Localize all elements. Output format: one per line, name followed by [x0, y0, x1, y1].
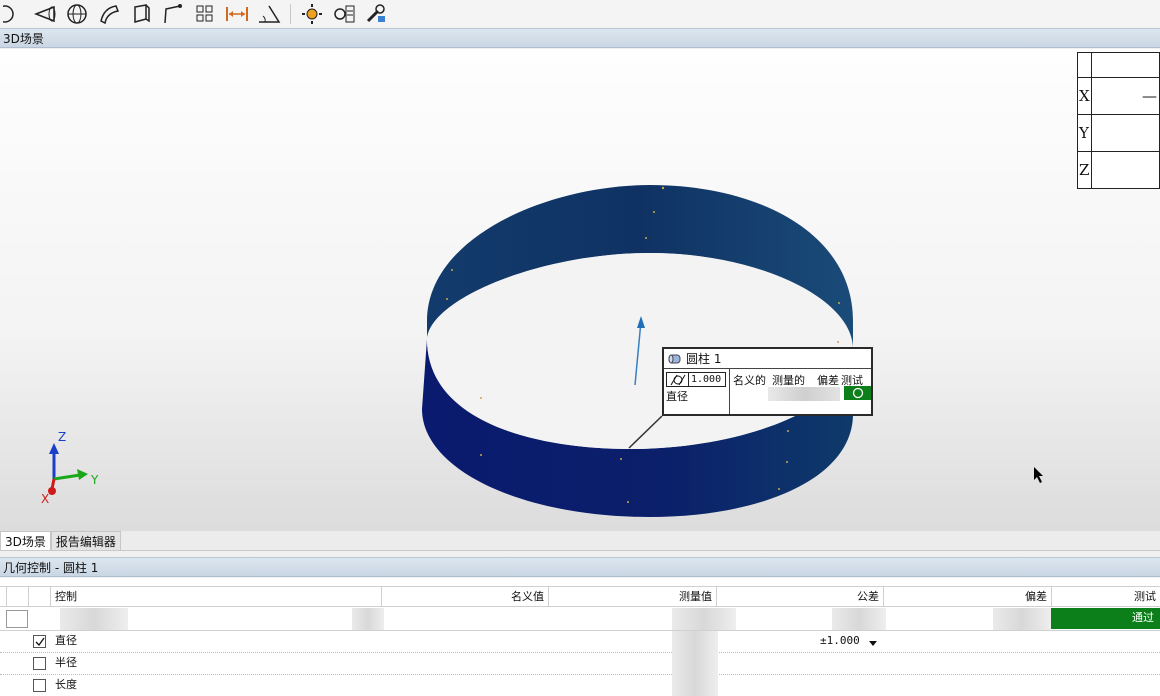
scene-canvas — [422, 185, 1043, 517]
scene-panel-title: 3D场景 — [3, 31, 44, 46]
redacted-tolerance — [832, 608, 886, 630]
callout-col-deviation: 偏差 — [817, 374, 839, 387]
chevron-down-icon[interactable] — [868, 639, 878, 647]
line-icon[interactable] — [160, 2, 186, 26]
app-window: 3D场景 X — Y Z 圆柱 1 1.000 直径 名义的 测量的 偏差 测试… — [0, 0, 1160, 696]
angle-icon[interactable] — [256, 2, 282, 26]
coordinate-readout-table: X — Y Z — [1077, 52, 1160, 189]
coord-value-z — [1090, 151, 1160, 189]
triad-y-label: Y — [90, 473, 99, 487]
callout-col-measured: 测量的 — [772, 374, 805, 387]
row-name-diameter: 直径 — [55, 634, 77, 647]
box-icon[interactable] — [128, 2, 154, 26]
coord-label-y: Y — [1077, 114, 1092, 152]
header-select — [6, 587, 28, 607]
diameter-checkbox[interactable] — [33, 635, 46, 648]
callout-tolerance: 1.000 — [691, 374, 722, 385]
table-row[interactable]: 直径 ±1.000 — [0, 631, 1160, 653]
coord-label-header — [1077, 52, 1092, 78]
coord-value-y — [1090, 114, 1160, 152]
cylinder-icon — [668, 354, 681, 363]
row-name-radius: 半径 — [55, 656, 77, 669]
sphere-icon[interactable] — [64, 2, 90, 26]
feature-control-frame: 1.000 直径 — [664, 369, 730, 414]
redacted-measured-length — [672, 675, 718, 696]
callout-pass-indicator — [844, 386, 871, 400]
gc-panel-header: 几何控制 - 圆柱 1 — [0, 557, 1160, 577]
length-checkbox[interactable] — [33, 679, 46, 692]
callout-header: 圆柱 1 — [664, 349, 871, 369]
grid-header: 控制 名义值 测量值 公差 偏差 测试 — [0, 586, 1160, 607]
callout-char-label: 直径 — [666, 390, 688, 403]
header-tolerance[interactable]: 公差 — [716, 587, 883, 607]
table-row[interactable]: 半径 — [0, 653, 1160, 675]
header-deviation[interactable]: 偏差 — [883, 587, 1051, 607]
row-selector[interactable] — [6, 610, 28, 628]
row-name-length: 长度 — [55, 678, 77, 691]
toolbar — [0, 0, 1160, 27]
width-icon[interactable] — [224, 2, 250, 26]
callout-title: 圆柱 1 — [686, 352, 722, 366]
summary-row[interactable]: 通过 — [0, 608, 1160, 631]
header-check — [28, 587, 50, 607]
redacted-measured — [672, 608, 736, 630]
3d-viewport[interactable]: X — Y Z 圆柱 1 1.000 直径 名义的 测量的 偏差 测试 Z Y … — [0, 49, 1160, 531]
redacted-measured-diameter — [672, 631, 718, 653]
control-grid: 控制 名义值 测量值 公差 偏差 测试 通过 直径 ±1.000 半径 长度 — [0, 578, 1160, 696]
cone-icon[interactable] — [32, 2, 58, 26]
plane-icon[interactable] — [0, 2, 26, 26]
report-icon[interactable] — [331, 2, 357, 26]
callout-redacted-values — [768, 387, 840, 401]
surface-icon[interactable] — [96, 2, 122, 26]
radius-checkbox[interactable] — [33, 657, 46, 670]
header-test[interactable]: 测试 — [1051, 587, 1160, 607]
view-tabs: 3D场景 报告编辑器 — [0, 531, 1160, 551]
redacted-nominal — [352, 608, 384, 630]
checkmark-icon — [35, 637, 45, 647]
redacted-name — [60, 608, 128, 630]
coord-value-header — [1090, 52, 1160, 78]
scene-panel-header: 3D场景 — [0, 28, 1160, 48]
summary-pass-cell: 通过 — [1051, 608, 1160, 629]
grid-icon[interactable] — [192, 2, 218, 26]
triad-z-label: Z — [58, 430, 66, 444]
header-nominal[interactable]: 名义值 — [381, 587, 548, 607]
row-tolerance-diameter[interactable]: ±1.000 — [820, 631, 860, 651]
toolbar-divider — [290, 3, 291, 24]
coord-label-x: X — [1077, 77, 1092, 115]
coord-value-x: — — [1090, 77, 1160, 115]
redacted-measured-radius — [672, 653, 718, 675]
tab-3d-scene[interactable]: 3D场景 — [0, 531, 51, 550]
triad-x-label: X — [41, 492, 49, 506]
tab-report-editor[interactable]: 报告编辑器 — [50, 531, 121, 550]
coord-label-z: Z — [1077, 151, 1092, 189]
header-measured[interactable]: 测量值 — [548, 587, 716, 607]
cylindricity-icon — [667, 373, 689, 386]
tool-icon[interactable] — [363, 2, 389, 26]
table-row[interactable]: 长度 — [0, 675, 1160, 696]
feature-callout[interactable]: 圆柱 1 1.000 直径 名义的 测量的 偏差 测试 — [662, 347, 873, 416]
header-control[interactable]: 控制 — [50, 587, 381, 607]
gc-panel-title: 几何控制 - 圆柱 1 — [3, 560, 99, 575]
callout-col-nominal: 名义的 — [733, 374, 766, 387]
mouse-cursor-icon — [1034, 467, 1043, 483]
settings-icon[interactable] — [299, 2, 325, 26]
pass-circle-icon — [852, 387, 863, 399]
redacted-deviation — [993, 608, 1051, 630]
axis-triad: Z Y X — [41, 430, 99, 506]
